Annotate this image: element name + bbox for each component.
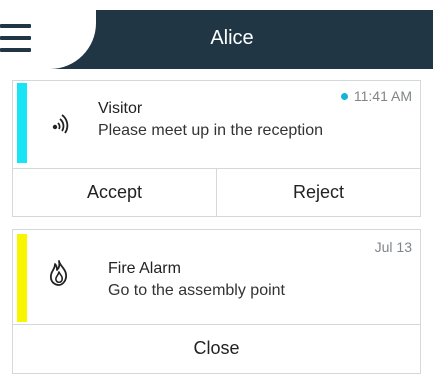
- notification-title: Visitor: [98, 100, 143, 117]
- notification-actions: Accept Reject: [13, 168, 420, 216]
- reject-button[interactable]: Reject: [216, 169, 420, 216]
- accept-button[interactable]: Accept: [13, 169, 216, 216]
- notification-body[interactable]: 11:41 AM Visitor Please meet up in the r…: [13, 81, 420, 168]
- notification-message: Go to the assembly point: [108, 282, 285, 299]
- accent-bar: [17, 234, 27, 322]
- fire-icon: [49, 260, 68, 286]
- app-header: Alice: [0, 10, 433, 69]
- notification-actions: Close: [13, 324, 420, 372]
- unread-dot-icon: [340, 92, 348, 100]
- notification-card-fire-alarm: Jul 13 Fire Alarm Go to the assembly poi…: [12, 229, 421, 374]
- notification-time: Jul 13: [374, 239, 412, 255]
- notification-card-visitor: 11:41 AM Visitor Please meet up in the r…: [12, 80, 421, 217]
- accent-bar: [17, 83, 27, 163]
- notification-title: Fire Alarm: [108, 260, 181, 277]
- wireless-signal-icon: [52, 114, 69, 134]
- notification-message: Please meet up in the reception: [98, 122, 324, 139]
- hamburger-menu-icon[interactable]: [0, 23, 32, 53]
- notification-body[interactable]: Jul 13 Fire Alarm Go to the assembly poi…: [13, 230, 420, 324]
- close-button[interactable]: Close: [13, 325, 420, 372]
- header-title: Alice: [210, 27, 254, 49]
- notification-time: 11:41 AM: [340, 87, 412, 105]
